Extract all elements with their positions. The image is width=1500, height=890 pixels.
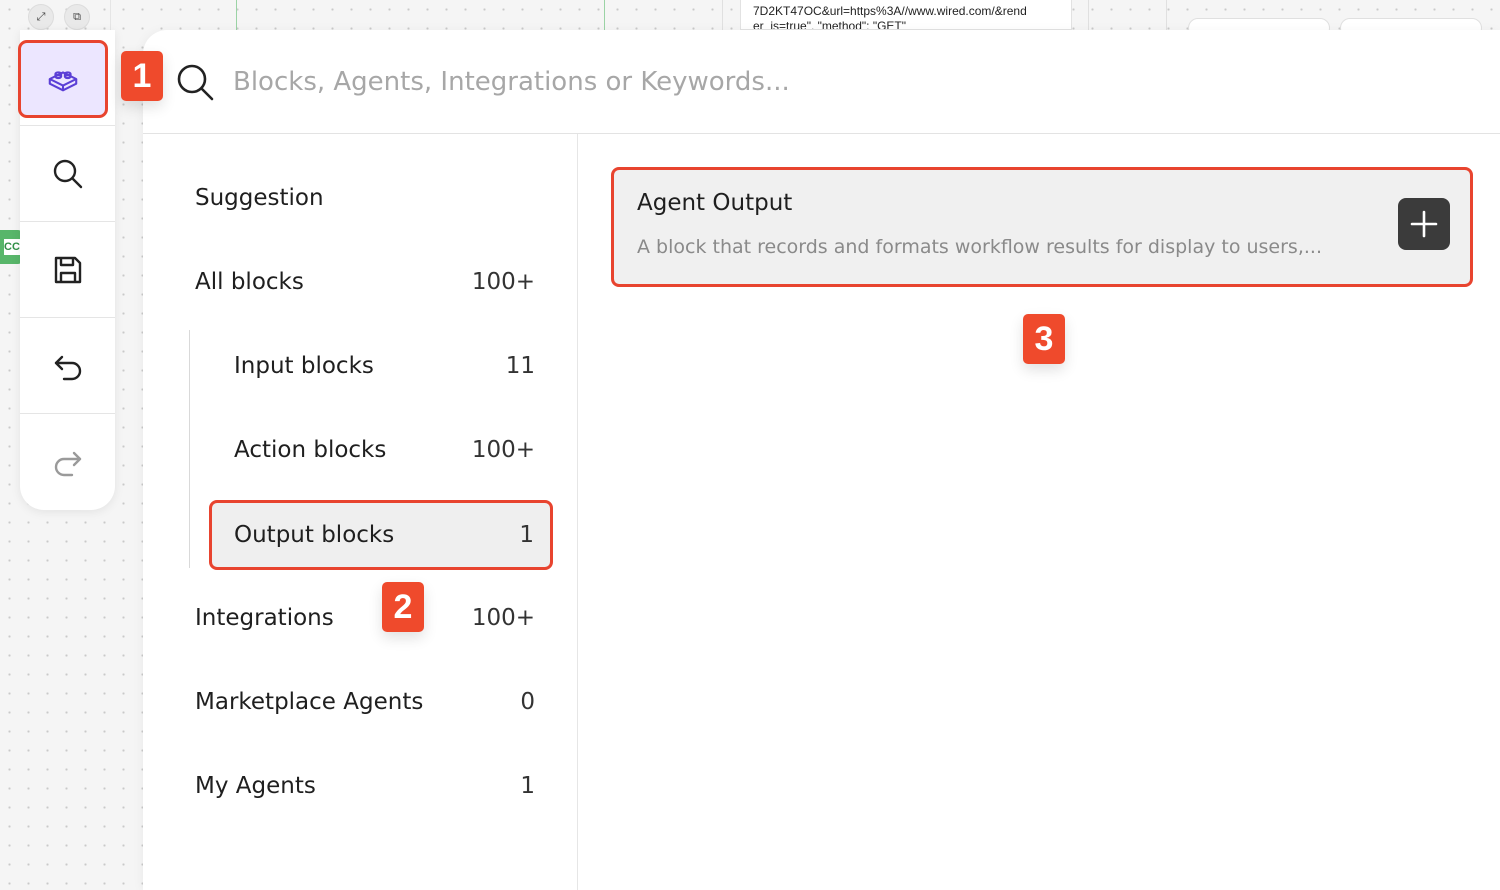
canvas-node-text: er_js=true", "method": "GET": [753, 19, 907, 30]
nav-item-count: 100+: [471, 605, 535, 631]
nav-item-label: Input blocks: [234, 353, 374, 379]
blocks-button[interactable]: [18, 40, 108, 118]
search-icon: [177, 64, 214, 101]
nav-item-input-blocks[interactable]: Input blocks 11: [234, 332, 535, 400]
lego-block-icon: [48, 71, 78, 92]
redo-icon: [54, 451, 81, 477]
nav-item-suggestion[interactable]: Suggestion: [195, 164, 535, 232]
nav-item-count: 100+: [471, 437, 535, 463]
toolbar-save-button[interactable]: [20, 222, 115, 318]
nav-item-marketplace-agents[interactable]: Marketplace Agents 0: [195, 668, 535, 736]
block-menu-panel: Suggestion All blocks 100+ Input blocks …: [143, 30, 1500, 890]
nav-item-action-blocks[interactable]: Action blocks 100+: [234, 416, 535, 484]
canvas-connector: [236, 0, 237, 30]
nav-item-label: Output blocks: [234, 522, 395, 548]
copy-icon[interactable]: ⧉: [64, 4, 90, 30]
nav-item-count: 1: [520, 773, 535, 799]
toolbar-undo-button[interactable]: [20, 318, 115, 414]
expand-icon[interactable]: ⤢: [28, 4, 54, 30]
save-icon: [54, 256, 81, 283]
canvas-connector: [722, 0, 723, 30]
add-block-button[interactable]: [1398, 198, 1450, 250]
callout-badge-2: 2: [382, 582, 424, 632]
canvas-tag-label: CC: [4, 239, 20, 255]
toolbar-blocks[interactable]: [18, 30, 115, 126]
canvas-connector: [1088, 0, 1089, 30]
nav-item-all-blocks[interactable]: All blocks 100+: [195, 248, 535, 316]
nav-item-label: All blocks: [195, 269, 304, 295]
undo-icon: [54, 355, 81, 380]
toolbar-search-button[interactable]: [20, 126, 115, 222]
nav-item-label: Marketplace Agents: [195, 689, 424, 715]
search-input[interactable]: [233, 56, 1433, 108]
subcategory-divider: [189, 330, 190, 568]
nav-item-label: Suggestion: [195, 185, 324, 211]
nav-item-label: My Agents: [195, 773, 316, 799]
block-card-description: A block that records and formats workflo…: [637, 236, 1322, 258]
callout-badge-3: 3: [1023, 314, 1065, 364]
category-nav: Suggestion All blocks 100+ Input blocks …: [143, 134, 578, 890]
nav-item-count: 0: [520, 689, 535, 715]
toolbar-redo-button[interactable]: [20, 414, 115, 510]
plus-icon: [1410, 210, 1438, 238]
block-card-title: Agent Output: [637, 190, 793, 216]
canvas-tag: CC: [0, 230, 22, 264]
search-icon: [53, 159, 82, 188]
nav-item-output-blocks[interactable]: Output blocks 1: [209, 500, 553, 570]
canvas-connector: [604, 0, 605, 30]
nav-item-integrations[interactable]: Integrations 100+: [195, 584, 535, 652]
canvas-node-text: 7D2KT47OC&url=https%3A//www.wired.com/&r…: [753, 4, 1027, 18]
search-bar: [143, 30, 1500, 134]
block-card-agent-output[interactable]: Agent Output A block that records and fo…: [611, 167, 1473, 287]
nav-item-count: 11: [505, 353, 535, 379]
nav-item-label: Integrations: [195, 605, 334, 631]
left-toolbar: [18, 30, 115, 510]
canvas-node[interactable]: 7D2KT47OC&url=https%3A//www.wired.com/&r…: [740, 0, 1072, 30]
nav-item-count: 1: [519, 522, 534, 548]
canvas-edge: [110, 0, 111, 30]
nav-item-label: Action blocks: [234, 437, 387, 463]
callout-badge-1: 1: [121, 51, 163, 101]
results-list: Agent Output A block that records and fo…: [579, 134, 1500, 890]
canvas-connector: [1166, 0, 1167, 30]
nav-item-count: 100+: [471, 269, 535, 295]
nav-item-my-agents[interactable]: My Agents 1: [195, 752, 535, 820]
